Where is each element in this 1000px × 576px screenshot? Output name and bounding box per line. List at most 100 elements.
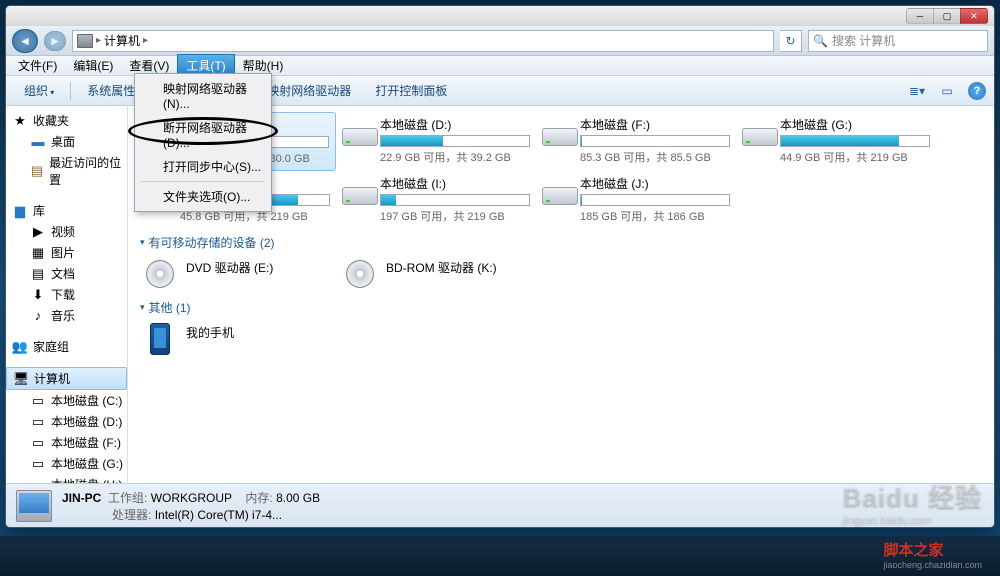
drive-name: DVD 驱动器 (E:): [186, 259, 330, 276]
sidebar-pictures[interactable]: ▦图片: [6, 242, 127, 263]
drive-icon: [342, 116, 372, 146]
sidebar-desktop[interactable]: ▬桌面: [6, 131, 127, 152]
dd-folder-options[interactable]: 文件夹选项(O)...: [137, 184, 269, 209]
drive-name: 本地磁盘 (G:): [780, 116, 930, 133]
drive-name: 本地磁盘 (D:): [380, 116, 530, 133]
refresh-button[interactable]: ↻: [780, 30, 802, 52]
breadcrumb-label: 计算机: [104, 32, 140, 49]
taskbar: 脚本之家jiaocheng.chazidian.com: [0, 536, 1000, 576]
drive-usage-bar: [380, 194, 530, 206]
search-input[interactable]: 🔍 搜索 计算机: [808, 30, 988, 52]
drive-icon: ▭: [30, 457, 46, 471]
sidebar-recent[interactable]: ▤最近访问的位置: [6, 152, 127, 190]
search-icon: 🔍: [813, 34, 828, 48]
library-icon: ▆: [12, 204, 28, 218]
removable-section[interactable]: 有可移动存储的设备 (2): [136, 228, 994, 255]
drive-icon: [542, 175, 572, 205]
star-icon: ★: [12, 114, 28, 128]
device-item[interactable]: 我的手机: [136, 320, 336, 358]
site-watermark: 脚本之家jiaocheng.chazidian.com: [883, 539, 982, 570]
address-bar: ◄ ► ▸ 计算机 ▸ ↻ 🔍 搜索 计算机: [6, 26, 994, 56]
back-button[interactable]: ◄: [12, 29, 38, 53]
optical-drive-item[interactable]: DVD 驱动器 (E:): [136, 255, 336, 293]
document-icon: ▤: [30, 267, 46, 281]
chevron-right-icon: ▸: [143, 35, 148, 46]
preview-pane-icon[interactable]: ▭: [936, 80, 958, 102]
sidebar-drive-c[interactable]: ▭本地磁盘 (C:): [6, 390, 127, 411]
drive-stat: 185 GB 可用，共 186 GB: [580, 208, 730, 224]
computer-icon: [77, 34, 93, 48]
sidebar-downloads[interactable]: ⬇下载: [6, 284, 127, 305]
computer-icon: 🖥: [13, 372, 29, 386]
sidebar-libraries[interactable]: ▆库: [6, 200, 127, 221]
drive-stat: 22.9 GB 可用，共 39.2 GB: [380, 149, 530, 165]
help-icon[interactable]: ?: [968, 82, 986, 100]
sidebar: ★收藏夹 ▬桌面 ▤最近访问的位置 ▆库 ▶视频 ▦图片 ▤文档 ⬇下载 ♪音乐…: [6, 106, 128, 483]
titlebar: ─ ▢ ✕: [6, 6, 994, 26]
sidebar-music[interactable]: ♪音乐: [6, 305, 127, 326]
drive-icon: ▭: [30, 394, 46, 408]
chevron-right-icon: ▸: [96, 35, 101, 46]
sidebar-drive-g[interactable]: ▭本地磁盘 (G:): [6, 453, 127, 474]
device-name: 我的手机: [186, 324, 330, 341]
search-placeholder: 搜索 计算机: [832, 32, 895, 49]
drive-icon: [342, 175, 372, 205]
toolbar-map-drive[interactable]: 映射网络驱动器: [257, 79, 361, 102]
minimize-button[interactable]: ─: [906, 8, 934, 24]
sidebar-videos[interactable]: ▶视频: [6, 221, 127, 242]
drive-item[interactable]: 本地磁盘 (D:) 22.9 GB 可用，共 39.2 GB: [336, 112, 536, 171]
other-section[interactable]: 其他 (1): [136, 293, 994, 320]
drive-item[interactable]: 本地磁盘 (F:) 85.3 GB 可用，共 85.5 GB: [536, 112, 736, 171]
homegroup-icon: 👥: [12, 340, 28, 354]
sidebar-drive-h[interactable]: ▭本地磁盘 (H:): [6, 474, 127, 483]
sidebar-favorites[interactable]: ★收藏夹: [6, 110, 127, 131]
menu-edit[interactable]: 编辑(E): [65, 55, 121, 76]
drive-usage-bar: [580, 194, 730, 206]
dd-disconnect-drive[interactable]: 断开网络驱动器(D)...: [137, 115, 269, 154]
drive-icon: [542, 116, 572, 146]
sidebar-homegroup[interactable]: 👥家庭组: [6, 336, 127, 357]
drive-icon: ▭: [30, 436, 46, 450]
drive-name: 本地磁盘 (I:): [380, 175, 530, 192]
sidebar-documents[interactable]: ▤文档: [6, 263, 127, 284]
breadcrumb[interactable]: ▸ 计算机 ▸: [72, 30, 774, 52]
sidebar-drive-f[interactable]: ▭本地磁盘 (F:): [6, 432, 127, 453]
dd-map-drive[interactable]: 映射网络驱动器(N)...: [137, 76, 269, 115]
dd-sync-center[interactable]: 打开同步中心(S)...: [137, 154, 269, 179]
drive-usage-bar: [380, 135, 530, 147]
drive-item[interactable]: 本地磁盘 (I:) 197 GB 可用，共 219 GB: [336, 171, 536, 228]
drive-item[interactable]: 本地磁盘 (G:) 44.9 GB 可用，共 219 GB: [736, 112, 936, 171]
drive-name: BD-ROM 驱动器 (K:): [386, 259, 530, 276]
desktop-icon: ▬: [30, 135, 46, 149]
video-icon: ▶: [30, 225, 46, 239]
sidebar-drive-d[interactable]: ▭本地磁盘 (D:): [6, 411, 127, 432]
drive-item[interactable]: 本地磁盘 (J:) 185 GB 可用，共 186 GB: [536, 171, 736, 228]
drive-stat: 44.9 GB 可用，共 219 GB: [780, 149, 930, 165]
disc-icon: [142, 259, 178, 289]
forward-button[interactable]: ►: [44, 31, 66, 51]
drive-stat: 197 GB 可用，共 219 GB: [380, 208, 530, 224]
maximize-button[interactable]: ▢: [933, 8, 961, 24]
view-options-icon[interactable]: ≣▾: [906, 80, 928, 102]
phone-icon: [142, 324, 178, 354]
menu-file[interactable]: 文件(F): [10, 55, 65, 76]
drive-name: 本地磁盘 (J:): [580, 175, 730, 192]
drive-name: 本地磁盘 (F:): [580, 116, 730, 133]
tools-dropdown: 映射网络驱动器(N)... 断开网络驱动器(D)... 打开同步中心(S)...…: [134, 73, 272, 212]
watermark: Baidu 经验jingyan.baidu.com: [843, 477, 982, 526]
drive-icon: [742, 116, 772, 146]
sidebar-computer[interactable]: 🖥计算机: [6, 367, 127, 390]
computer-large-icon: [16, 490, 52, 522]
close-button[interactable]: ✕: [960, 8, 988, 24]
toolbar-organize[interactable]: 组织: [14, 79, 64, 102]
picture-icon: ▦: [30, 246, 46, 260]
music-icon: ♪: [30, 309, 46, 323]
drive-icon: ▭: [30, 415, 46, 429]
drive-usage-bar: [780, 135, 930, 147]
optical-drive-item[interactable]: BD-ROM 驱动器 (K:): [336, 255, 536, 293]
drive-usage-bar: [580, 135, 730, 147]
recent-icon: ▤: [30, 164, 44, 178]
drive-stat: 85.3 GB 可用，共 85.5 GB: [580, 149, 730, 165]
download-icon: ⬇: [30, 288, 46, 302]
toolbar-control-panel[interactable]: 打开控制面板: [365, 79, 457, 102]
